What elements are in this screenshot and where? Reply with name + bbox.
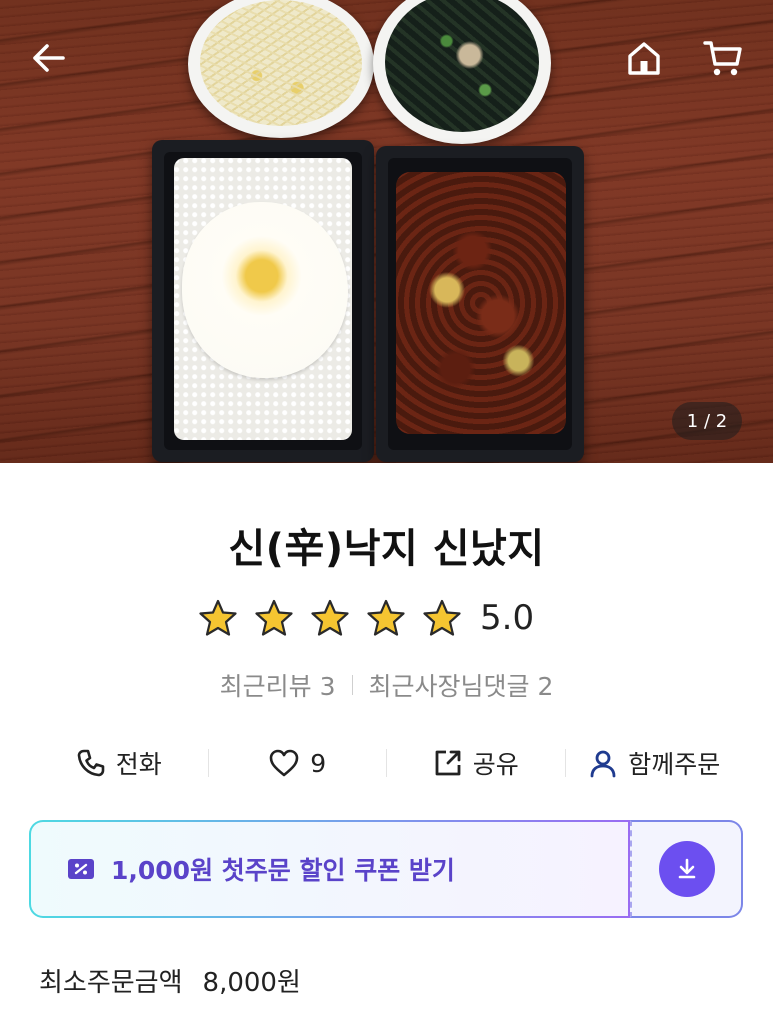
coupon-body[interactable]: 1,000원 첫주문 할인 쿠폰 받기: [29, 820, 630, 918]
person-icon: [590, 750, 616, 778]
store-name: 신(辛)낙지 신났지: [228, 526, 545, 572]
star-icon: [311, 599, 349, 636]
rating-row: 5.0: [198, 593, 534, 643]
arrow-left-icon: [33, 44, 65, 72]
download-icon: [678, 858, 695, 879]
share-button[interactable]: 공유: [387, 745, 565, 781]
like-count: 9: [310, 748, 327, 778]
coupon-icon: [68, 859, 94, 879]
image-page-counter: 1 / 2: [672, 402, 742, 440]
star-rating: [198, 598, 478, 638]
min-order-label: 최소주문금액: [39, 968, 183, 998]
first-order-coupon[interactable]: 1,000원 첫주문 할인 쿠폰 받기: [29, 820, 743, 918]
share-label: 공유: [472, 750, 519, 779]
coupon-download-area[interactable]: [630, 820, 743, 918]
group-order-label: 함께주문: [628, 750, 721, 779]
action-row: 전화 9 공유 함께주문: [30, 738, 743, 788]
group-order-button[interactable]: 함께주문: [566, 745, 744, 781]
bean-sprout-bowl: [188, 0, 374, 138]
star-icon: [423, 599, 461, 636]
star-icon: [199, 599, 237, 636]
owner-replies-link[interactable]: 최근사장님댓글 2: [369, 667, 554, 703]
back-button[interactable]: [26, 38, 70, 78]
minimum-order: 최소주문금액 8,000원: [39, 962, 301, 999]
review-summary: 최근리뷰 3 최근사장님댓글 2: [0, 667, 773, 703]
star-icon: [367, 599, 405, 636]
home-icon: [628, 42, 660, 75]
coupon-label: 1,000원 첫주문 할인 쿠폰 받기: [111, 856, 455, 885]
cart-button[interactable]: [700, 36, 746, 80]
rice-egg-tray: [152, 140, 374, 462]
divider: [351, 675, 353, 695]
phone-icon: [77, 749, 105, 777]
store-photo-carousel[interactable]: 1 / 2: [0, 0, 773, 463]
star-icon: [255, 599, 293, 636]
home-button[interactable]: [622, 36, 666, 80]
octopus-stirfry-tray: [376, 146, 584, 462]
recent-reviews-link[interactable]: 최근리뷰 3: [220, 667, 336, 703]
min-order-value: 8,000원: [202, 968, 301, 998]
share-icon: [435, 750, 461, 776]
download-coupon-button[interactable]: [658, 841, 715, 897]
call-label: 전화: [115, 750, 162, 779]
seaweed-rice-bowl: [373, 0, 551, 144]
rating-value: 5.0: [480, 598, 535, 638]
cart-icon: [703, 41, 742, 76]
like-button[interactable]: 9: [209, 748, 387, 778]
heart-icon: [269, 749, 299, 777]
call-button[interactable]: 전화: [30, 745, 208, 781]
